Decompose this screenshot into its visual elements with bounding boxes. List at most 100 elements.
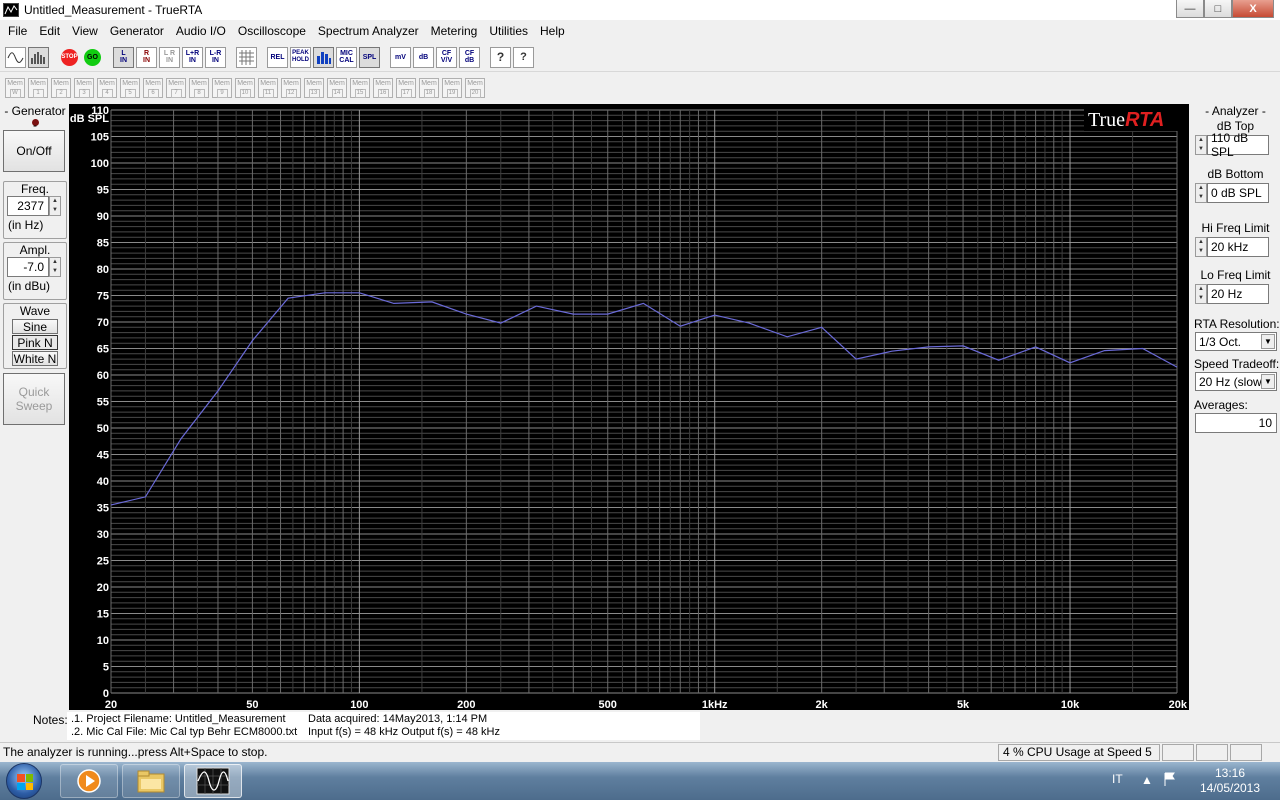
freq-input[interactable]: 2377 [7,196,49,216]
freq-spinner[interactable]: ▲ ▼ [49,196,61,216]
up-arrow-icon: ▲ [1198,137,1204,143]
speed-tradeoff-select[interactable]: 20 Hz (slow) ▼ [1195,372,1277,391]
memory-20-button[interactable]: Mem 20 [465,78,485,98]
menu-generator[interactable]: Generator [104,21,170,41]
close-button[interactable]: X [1232,0,1274,18]
whats-this-button[interactable]: ? [513,46,534,68]
db-units-button[interactable]: dB [413,46,434,68]
generator-on-off-button[interactable]: On/Off [3,130,65,172]
db-top-input[interactable]: 110 dB SPL [1207,131,1269,159]
memory-9-button[interactable]: Mem 9 [212,78,232,98]
notes-line-1-acquired: Data acquired: 14May2013, 1:14 PM [308,713,488,725]
ampl-input[interactable]: -7.0 [7,257,49,277]
go-button[interactable]: GO [82,47,103,68]
hi-freq-input[interactable]: 20 kHz [1207,237,1269,257]
taskbar-media-player[interactable] [60,764,118,798]
y-tick-label: 90 [97,211,109,223]
menu-audio-io[interactable]: Audio I/O [170,21,232,41]
freq-title: Freq. [20,182,49,196]
memory-18-button[interactable]: Mem 18 [419,78,439,98]
memory-14-button[interactable]: Mem 14 [327,78,347,98]
memory-16-button[interactable]: Mem 16 [373,78,393,98]
tray-language[interactable]: IT [1112,772,1123,786]
x-tick-label: 20k [1169,699,1188,710]
db-bottom-spinner[interactable]: ▲ ▼ [1195,183,1207,203]
memory-6-button[interactable]: Mem 6 [143,78,163,98]
left-minus-right-input-button[interactable]: L-R IN [205,46,226,68]
db-bottom-input[interactable]: 0 dB SPL [1207,183,1269,203]
memory-19-button[interactable]: Mem 19 [442,78,462,98]
memory-7-button[interactable]: Mem 7 [166,78,186,98]
menu-view[interactable]: View [66,21,104,41]
mic-cal-button[interactable]: MIC CAL [336,46,357,68]
memory-button-number: 3 [78,89,90,98]
left-input-button[interactable]: L IN [113,46,134,68]
wave-white-noise-button[interactable]: White N [12,351,58,366]
rta-resolution-select[interactable]: 1/3 Oct. ▼ [1195,332,1277,351]
menu-utilities[interactable]: Utilities [483,21,534,41]
memory-w-button[interactable]: Mem W [5,78,25,98]
menu-file[interactable]: File [2,21,33,41]
menu-spectrum-analyzer[interactable]: Spectrum Analyzer [312,21,425,41]
menu-metering[interactable]: Metering [425,21,484,41]
relative-button[interactable]: REL [267,46,288,68]
ampl-spinner[interactable]: ▲ ▼ [49,257,61,277]
start-button[interactable] [6,763,42,799]
x-tick-label: 5k [957,699,970,710]
taskbar-explorer[interactable] [122,764,180,798]
cf-db-button[interactable]: CF dB [459,46,480,68]
analyzer-panel: - Analyzer - dB Top ▲ ▼ 110 dB SPL dB Bot… [1191,104,1280,433]
memory-button-number: 5 [124,89,136,98]
x-tick-label: 200 [457,699,475,710]
memory-1-button[interactable]: Mem 1 [28,78,48,98]
mv-units-button[interactable]: mV [390,46,411,68]
memory-2-button[interactable]: Mem 2 [51,78,71,98]
taskbar-truerta[interactable] [184,764,242,798]
tray-show-hidden-icon[interactable]: ▲ [1141,773,1153,787]
wave-pink-noise-button[interactable]: Pink N [12,335,58,350]
lo-freq-spinner[interactable]: ▲ ▼ [1195,284,1207,304]
menu-help[interactable]: Help [534,21,571,41]
cf-vv-button[interactable]: CF V/V [436,46,457,68]
quick-sweep-button[interactable]: Quick Sweep [3,373,65,425]
left-plus-right-input-button[interactable]: L+R IN [182,46,203,68]
action-center-flag-icon[interactable] [1162,771,1178,787]
grid-toggle-button[interactable] [236,46,257,68]
menu-oscilloscope[interactable]: Oscilloscope [232,21,312,41]
memory-4-button[interactable]: Mem 4 [97,78,117,98]
tray-clock[interactable]: 13:16 14/05/2013 [1190,766,1270,796]
minimize-button[interactable]: — [1176,0,1204,18]
memory-17-button[interactable]: Mem 17 [396,78,416,98]
lo-freq-input[interactable]: 20 Hz [1207,284,1269,304]
left-right-input-button[interactable]: L R IN [159,46,180,68]
peak-hold-button[interactable]: PEAK HOLD [290,46,311,68]
menu-edit[interactable]: Edit [33,21,66,41]
averages-label: Averages: [1194,398,1248,412]
memory-10-button[interactable]: Mem 10 [235,78,255,98]
hi-freq-spinner[interactable]: ▲ ▼ [1195,237,1207,257]
help-button[interactable]: ? [490,46,511,68]
stop-button[interactable]: STOP [59,47,80,68]
oscilloscope-view-button[interactable] [5,46,26,68]
memory-11-button[interactable]: Mem 11 [258,78,278,98]
notes-textbox[interactable]: .1. Project Filename: Untitled_Measureme… [67,712,700,740]
memory-12-button[interactable]: Mem 12 [281,78,301,98]
y-tick-label: 10 [97,635,109,647]
lo-freq-limit-label: Lo Freq Limit [1200,268,1271,282]
bar-graph-button[interactable] [313,46,334,68]
memory-13-button[interactable]: Mem 13 [304,78,324,98]
wave-sine-button[interactable]: Sine [12,319,58,334]
notes-area: Notes: .1. Project Filename: Untitled_Me… [0,711,1280,741]
spectrum-view-button[interactable] [28,46,49,68]
memory-5-button[interactable]: Mem 5 [120,78,140,98]
memory-8-button[interactable]: Mem 8 [189,78,209,98]
memory-3-button[interactable]: Mem 3 [74,78,94,98]
spl-button[interactable]: SPL [359,46,380,68]
averages-input[interactable]: 10 [1195,413,1277,433]
stop-icon: STOP [61,48,78,66]
memory-15-button[interactable]: Mem 15 [350,78,370,98]
maximize-button[interactable]: □ [1204,0,1232,18]
right-input-button[interactable]: R IN [136,46,157,68]
db-top-spinner[interactable]: ▲ ▼ [1195,135,1207,155]
up-arrow-icon: ▲ [1198,286,1204,292]
